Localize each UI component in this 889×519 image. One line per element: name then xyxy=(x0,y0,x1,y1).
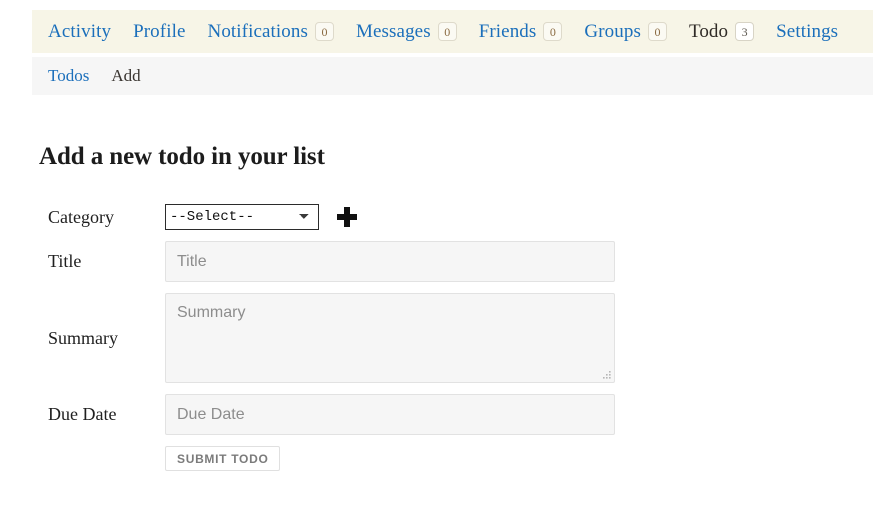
form-row-title: Title xyxy=(39,241,839,282)
title-control xyxy=(165,241,839,282)
subnav-item-add[interactable]: Add xyxy=(111,66,140,86)
nav-item-settings[interactable]: Settings xyxy=(776,21,838,43)
summary-label: Summary xyxy=(48,327,118,348)
form-row-due-date: Due Date xyxy=(39,394,839,435)
nav-badge-todo: 3 xyxy=(735,22,755,41)
page-root: Activity Profile Notifications 0 Message… xyxy=(0,0,889,519)
nav-item-label: Todo xyxy=(688,20,729,42)
nav-badge-friends: 0 xyxy=(543,22,563,41)
summary-textarea-wrap xyxy=(165,293,615,383)
title-label: Title xyxy=(48,251,82,271)
summary-control xyxy=(165,293,839,383)
nav-item-todo[interactable]: Todo 3 xyxy=(688,20,755,43)
nav-item-label: Friends xyxy=(478,20,537,42)
main-content: Add a new todo in your list Category --S… xyxy=(39,143,839,471)
nav-item-label: Groups xyxy=(584,20,641,42)
due-date-control xyxy=(165,394,839,435)
submit-todo-button[interactable]: SUBMIT TODO xyxy=(165,446,281,471)
plus-icon[interactable] xyxy=(337,207,357,227)
nav-item-profile[interactable]: Profile xyxy=(133,21,185,43)
category-select[interactable]: --Select-- xyxy=(165,204,319,230)
secondary-navigation: Todos Add xyxy=(32,57,873,95)
submit-spacer xyxy=(39,446,165,471)
category-control: --Select-- xyxy=(165,204,839,230)
nav-item-groups[interactable]: Groups 0 xyxy=(584,21,667,43)
nav-item-label: Activity xyxy=(48,20,112,42)
nav-item-label: Settings xyxy=(776,20,839,42)
summary-textarea[interactable] xyxy=(165,293,615,383)
category-label: Category xyxy=(48,206,114,227)
nav-item-friends[interactable]: Friends 0 xyxy=(479,21,563,43)
title-input[interactable] xyxy=(165,241,615,282)
subnav-item-todos[interactable]: Todos xyxy=(48,66,89,86)
nav-item-label: Profile xyxy=(133,20,186,42)
nav-item-label: Notifications xyxy=(207,20,309,42)
add-todo-form: Category --Select-- Title Summary xyxy=(39,204,839,471)
page-title: Add a new todo in your list xyxy=(39,143,325,170)
nav-badge-groups: 0 xyxy=(647,22,667,41)
nav-badge-notifications: 0 xyxy=(315,22,335,41)
due-date-label: Due Date xyxy=(48,404,117,424)
nav-item-label: Messages xyxy=(356,20,431,42)
primary-navigation: Activity Profile Notifications 0 Message… xyxy=(32,10,873,53)
nav-badge-messages: 0 xyxy=(437,22,457,41)
form-row-submit: SUBMIT TODO xyxy=(39,446,839,471)
nav-item-notifications[interactable]: Notifications 0 xyxy=(208,21,335,43)
nav-item-messages[interactable]: Messages 0 xyxy=(356,21,457,43)
form-row-summary: Summary xyxy=(39,293,839,383)
form-row-category: Category --Select-- xyxy=(39,204,839,230)
due-date-input[interactable] xyxy=(165,394,615,435)
nav-item-activity[interactable]: Activity xyxy=(48,21,111,43)
